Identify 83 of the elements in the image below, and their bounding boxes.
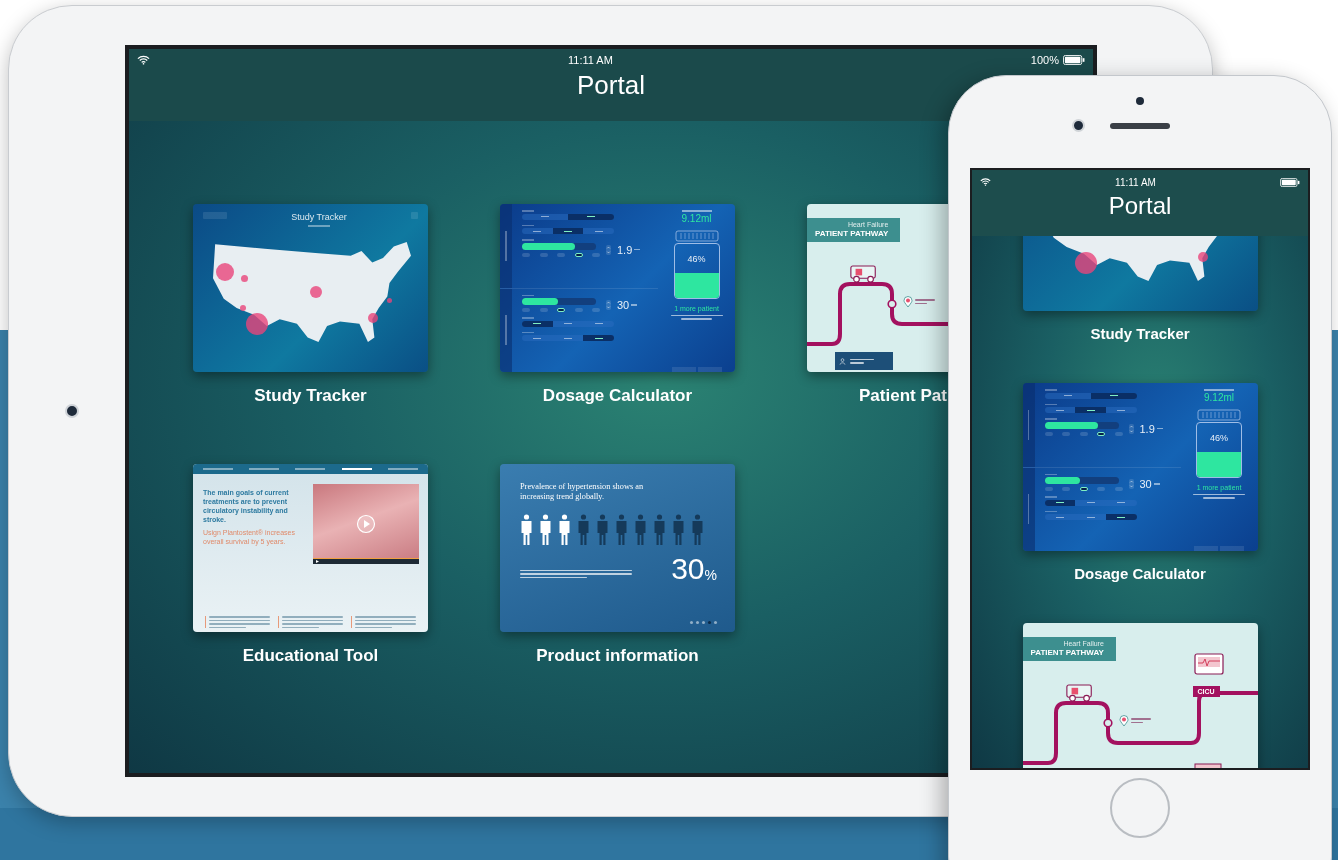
blurred-text-drawing — [850, 358, 874, 364]
field-value: 1.9 — [1139, 422, 1155, 435]
unit-drawing — [1156, 427, 1163, 430]
location-marker[interactable] — [1075, 252, 1098, 274]
segment-option[interactable] — [1075, 407, 1106, 413]
tablet-camera-icon — [65, 404, 79, 418]
segment-option[interactable] — [522, 320, 553, 327]
banner-title: PATIENT PATHWAY — [815, 229, 889, 239]
wifi-icon — [137, 55, 150, 65]
ambulance-icon — [849, 264, 879, 283]
play-icon[interactable] — [356, 514, 376, 534]
tick-chip[interactable] — [1097, 431, 1105, 436]
blurred-text-drawing — [355, 616, 416, 628]
location-marker[interactable] — [239, 305, 246, 311]
blurred-text-drawing — [1130, 718, 1151, 723]
stepper-icon[interactable] — [606, 244, 611, 255]
ambulance-icon — [1064, 683, 1095, 702]
blurred-text-drawing — [670, 314, 723, 320]
blurred-text-drawing — [209, 616, 270, 628]
app-name: Portal — [577, 69, 645, 102]
segment-option[interactable] — [568, 213, 614, 220]
figure-unit: % — [704, 567, 717, 584]
big-figure: 30 — [671, 554, 705, 584]
vial-percentage: 46% — [1210, 432, 1228, 444]
segment-option[interactable] — [552, 228, 584, 234]
segment-option[interactable] — [1105, 514, 1137, 520]
slider-track[interactable] — [1044, 477, 1119, 484]
path-node-icon — [1102, 718, 1113, 728]
home-button[interactable] — [1110, 778, 1170, 838]
app-title[interactable]: Product information — [536, 646, 699, 666]
app-title[interactable]: Patient Pat — [859, 386, 947, 406]
phone-camera-icon — [1072, 119, 1085, 132]
suggested-dose-value: 9.12ml — [681, 212, 712, 225]
battery-icon — [1280, 177, 1300, 187]
wifi-icon — [980, 178, 991, 186]
segment-option[interactable] — [1090, 392, 1137, 399]
location-marker[interactable] — [241, 274, 249, 282]
segment-option[interactable] — [583, 335, 614, 341]
suggested-dose-value: 9.12ml — [1204, 391, 1234, 404]
location-marker[interactable] — [245, 313, 268, 335]
stepper-icon[interactable] — [1128, 479, 1134, 489]
app-title[interactable]: Educational Tool — [242, 646, 379, 666]
battery-icon — [1063, 55, 1085, 65]
phone-sensor-icon — [1136, 97, 1144, 105]
field-value: 1.9 — [617, 243, 633, 256]
app-title[interactable]: Dosage Calculator — [1074, 565, 1206, 583]
phone-speaker-icon — [1110, 123, 1170, 129]
stepper-icon[interactable] — [1128, 423, 1134, 434]
battery-percentage: 100% — [1030, 52, 1059, 68]
status-time: 11:11 AM — [568, 52, 613, 68]
heart-monitor-icon — [1193, 653, 1224, 675]
slider-track[interactable] — [1044, 421, 1119, 429]
field-value: 30 — [1139, 478, 1152, 490]
stepper-icon[interactable] — [606, 300, 611, 310]
tick-chip[interactable] — [557, 308, 565, 312]
blurred-text-drawing — [282, 616, 343, 628]
location-pin-icon — [903, 296, 913, 308]
app-title[interactable]: Dosage Calculator — [542, 386, 693, 406]
tick-chip[interactable] — [1079, 487, 1088, 491]
preview-heading: Prevalence of hypertension shows an increasing trend globally. — [520, 482, 645, 502]
location-marker[interactable] — [386, 297, 392, 303]
tick-chip[interactable] — [574, 252, 583, 257]
field-value: 30 — [617, 299, 630, 311]
small-play-icon[interactable] — [316, 560, 319, 563]
location-marker[interactable] — [1197, 252, 1208, 262]
location-pin-icon — [1118, 715, 1129, 727]
banner-title: PATIENT PATHWAY — [1030, 648, 1104, 658]
app-title[interactable]: Study Tracker — [1090, 325, 1190, 343]
person-icon — [839, 357, 846, 365]
path-node-icon — [887, 299, 897, 309]
status-time: 11:11 AM — [1115, 175, 1156, 190]
personnel-button[interactable] — [835, 352, 893, 370]
blurred-text-drawing — [915, 299, 935, 304]
preview-title: Study Tracker — [291, 212, 347, 223]
slider-track[interactable] — [522, 242, 596, 250]
unit-drawing — [634, 248, 641, 251]
slider-track[interactable] — [522, 298, 596, 305]
app-name: Portal — [1108, 191, 1172, 221]
location-marker[interactable] — [368, 313, 379, 323]
vial-percentage: 46% — [687, 253, 706, 265]
app-title[interactable]: Study Tracker — [254, 386, 367, 406]
segment-option[interactable] — [1044, 499, 1076, 506]
blurred-text-drawing — [1193, 493, 1245, 499]
